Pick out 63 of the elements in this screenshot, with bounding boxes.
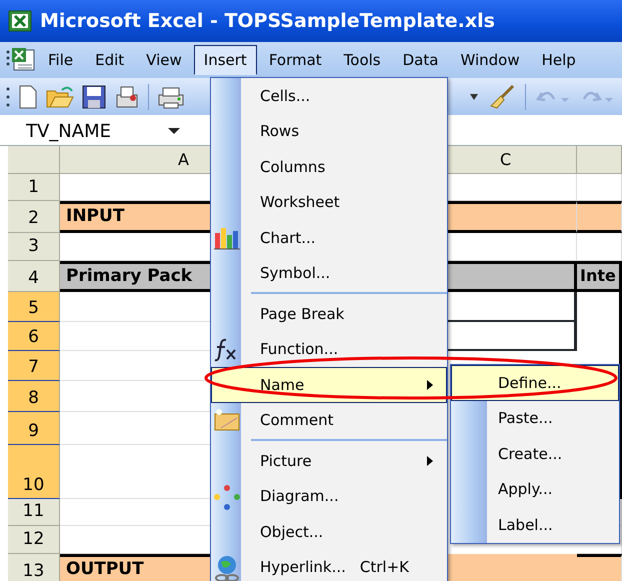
row-header[interactable]: 1	[8, 174, 60, 201]
spreadsheet-cell[interactable]	[577, 554, 622, 581]
row-header[interactable]: 8	[8, 381, 60, 412]
row-header[interactable]: 3	[8, 232, 60, 260]
menu-item[interactable]: Hyperlink... Ctrl+K	[211, 550, 447, 581]
spreadsheet-cell[interactable]	[445, 260, 577, 292]
row-header[interactable]: 7	[8, 351, 60, 381]
permission-icon[interactable]	[114, 84, 140, 108]
menu-item[interactable]: Apply...	[451, 472, 619, 507]
menu-item[interactable]: Picture	[211, 443, 447, 478]
window-title: Microsoft Excel - TOPSSampleTemplate.xls	[40, 8, 495, 34]
new-document-icon[interactable]	[18, 84, 38, 108]
menu-item[interactable]: Diagram...	[211, 478, 447, 514]
diagram-cycle-icon	[213, 484, 241, 510]
menu-item[interactable]: File	[38, 44, 84, 76]
menu-item[interactable]: Format	[258, 44, 332, 76]
row-header[interactable]: 10	[8, 445, 60, 499]
printer-icon[interactable]	[157, 84, 185, 108]
menu-item[interactable]: Rows	[211, 114, 447, 149]
spreadsheet-cell[interactable]	[577, 201, 622, 232]
spreadsheet-cell[interactable]: Inte	[577, 260, 622, 292]
menu-item[interactable]: Paste...	[451, 400, 619, 436]
globe-link-icon	[213, 554, 241, 580]
open-folder-icon[interactable]	[46, 84, 74, 108]
chart-bars-icon	[213, 225, 241, 251]
excel-logo-icon	[8, 9, 32, 33]
menu-item[interactable]: Help	[532, 44, 586, 76]
menu-item[interactable]: View	[136, 44, 192, 76]
dropdown-arrow-icon[interactable]	[167, 127, 181, 135]
row-header[interactable]: 9	[8, 412, 60, 445]
column-header[interactable]: C	[445, 146, 577, 174]
spreadsheet-cell[interactable]	[445, 201, 577, 232]
row-header[interactable]: 6	[8, 322, 60, 351]
menu-item[interactable]: Worksheet	[211, 184, 447, 220]
spreadsheet-cell[interactable]	[445, 292, 577, 322]
menu-item[interactable]: Symbol...	[211, 256, 447, 291]
dropdown-caret-icon[interactable]	[469, 92, 479, 100]
menu-item[interactable]: Window	[450, 44, 530, 76]
menu-item[interactable]: Object...	[211, 514, 447, 550]
menu-item[interactable]: Page Break	[211, 296, 447, 332]
shortcut-text: Ctrl+K	[360, 557, 410, 578]
row-header[interactable]: 12	[8, 526, 60, 554]
row-header[interactable]: 11	[8, 499, 60, 526]
menu-item[interactable]: Label...	[451, 507, 619, 542]
comment-note-icon	[213, 408, 241, 434]
menu-item[interactable]: Tools	[334, 44, 391, 76]
row-header[interactable]: 5	[8, 292, 60, 322]
menu-item[interactable]: Chart...	[211, 220, 447, 256]
row-header[interactable]: 4	[8, 260, 60, 292]
menu-item[interactable]: Data	[392, 44, 448, 76]
row-header[interactable]: 13	[8, 554, 60, 581]
menu-item[interactable]: Create...	[451, 436, 619, 472]
menu-item[interactable]: Edit	[85, 44, 134, 76]
spreadsheet-cell[interactable]	[445, 554, 577, 581]
toolbar-grip-icon	[6, 84, 10, 108]
menu-item[interactable]: Insert	[194, 44, 257, 76]
spreadsheet-cell[interactable]	[445, 322, 577, 351]
format-painter-brush-icon[interactable]	[489, 84, 515, 108]
menu-item[interactable]: Name	[211, 367, 447, 402]
menu-item[interactable]: Function...	[211, 332, 447, 367]
workbook-icon[interactable]	[6, 47, 36, 73]
row-header[interactable]: 2	[8, 201, 60, 232]
menu-item[interactable]: Comment	[211, 402, 447, 438]
